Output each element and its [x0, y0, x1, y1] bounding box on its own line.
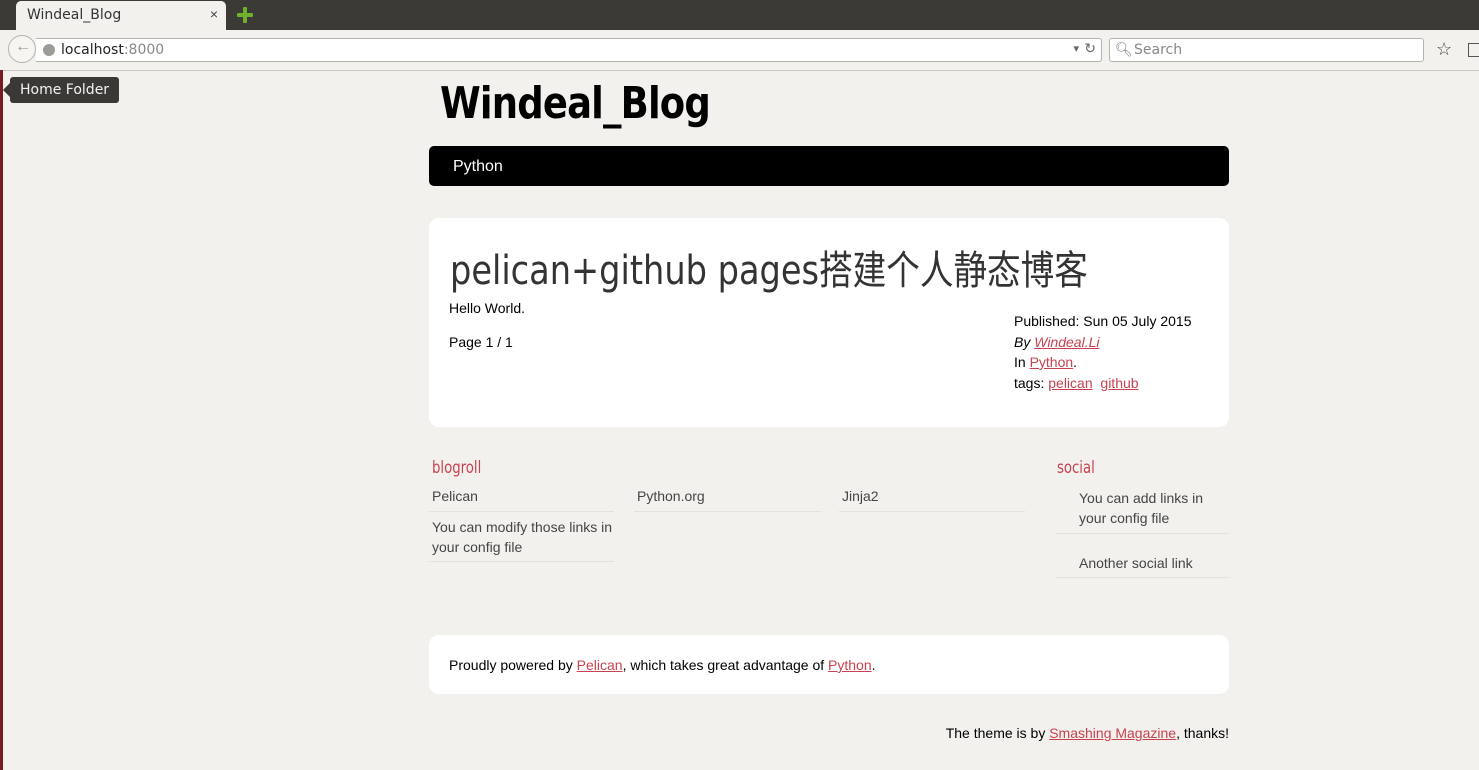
article-card: pelican+github pages搭建个人静态博客 Hello World… [429, 218, 1229, 427]
blogroll-link[interactable]: Pelican [429, 486, 614, 512]
globe-icon [43, 44, 55, 56]
blogroll-link[interactable]: Jinja2 [839, 486, 1025, 512]
theme-credit: The theme is by Smashing Magazine, thank… [946, 725, 1229, 741]
powered-by-text: Proudly powered by Pelican, which takes … [449, 657, 876, 673]
browser-tab[interactable]: Windeal_Blog × [16, 1, 226, 30]
theme-suffix: , thanks! [1176, 725, 1229, 741]
tags-label: tags: [1014, 374, 1045, 391]
published-date: Sun 05 July 2015 [1083, 313, 1192, 329]
tooltip: Home Folder [2, 77, 120, 103]
in-label: In [1014, 354, 1026, 370]
powered-suffix: . [871, 657, 876, 673]
pelican-link[interactable]: Pelican [577, 657, 623, 673]
back-button[interactable]: ← [8, 35, 36, 63]
bookmark-star-icon[interactable]: ☆ [1436, 39, 1452, 60]
back-arrow-icon: ← [15, 38, 31, 55]
pagination-info: Page 1 / 1 [449, 334, 513, 350]
smashing-magazine-link[interactable]: Smashing Magazine [1049, 725, 1176, 741]
by-label: By [1014, 333, 1031, 350]
article-body: Hello World. [449, 300, 525, 316]
browser-toolbar: ← localhost:8000 ▾ ↻ 🔍︎ Search [0, 30, 1479, 71]
author-link[interactable]: Windeal.Li [1034, 334, 1099, 350]
history-dropdown-icon[interactable]: ▾ [1073, 42, 1079, 55]
search-icon: 🔍︎ [1115, 41, 1133, 57]
new-tab-icon[interactable] [237, 7, 253, 23]
powered-prefix: Proudly powered by [449, 657, 573, 673]
address-bar[interactable]: localhost:8000 ▾ ↻ [36, 38, 1102, 62]
tab-title: Windeal_Blog [27, 7, 122, 23]
tag-link-github[interactable]: github [1100, 375, 1138, 391]
footer-card: Proudly powered by Pelican, which takes … [429, 635, 1229, 694]
site-nav: Python [429, 146, 1229, 186]
theme-prefix: The theme is by [945, 725, 1046, 741]
tag-link-pelican[interactable]: pelican [1048, 375, 1092, 391]
published-label: Published: [1014, 313, 1080, 329]
bookmarks-menu-icon[interactable] [1468, 43, 1479, 57]
tab-bar: Windeal_Blog × [0, 0, 1479, 30]
social-title: social [1057, 458, 1095, 478]
blogroll-link[interactable]: Python.org [634, 486, 821, 512]
search-placeholder: Search [1134, 42, 1183, 58]
social-link[interactable]: Another social link [1055, 553, 1229, 578]
blogroll-title: blogroll [432, 458, 482, 478]
url-host: localhost [61, 42, 124, 58]
url-text: localhost:8000 [61, 42, 164, 58]
article-title[interactable]: pelican+github pages搭建个人静态博客 [450, 238, 1088, 296]
blogroll-link[interactable]: You can modify those links in your confi… [429, 517, 614, 562]
reload-icon[interactable]: ↻ [1084, 40, 1096, 57]
window-edge [0, 70, 3, 770]
social-link[interactable]: You can add links in your config file [1055, 488, 1229, 534]
search-input[interactable]: 🔍︎ Search [1109, 38, 1424, 62]
category-link[interactable]: Python [1030, 354, 1074, 370]
url-port: :8000 [123, 42, 165, 58]
nav-item-python[interactable]: Python [453, 158, 503, 176]
close-tab-icon[interactable]: × [210, 6, 218, 22]
powered-middle: , which takes great advantage of [622, 657, 825, 673]
python-link[interactable]: Python [828, 657, 872, 673]
article-meta: Published: Sun 05 July 2015 By Windeal.L… [1014, 313, 1192, 391]
site-title[interactable]: Windeal_Blog [440, 78, 711, 129]
